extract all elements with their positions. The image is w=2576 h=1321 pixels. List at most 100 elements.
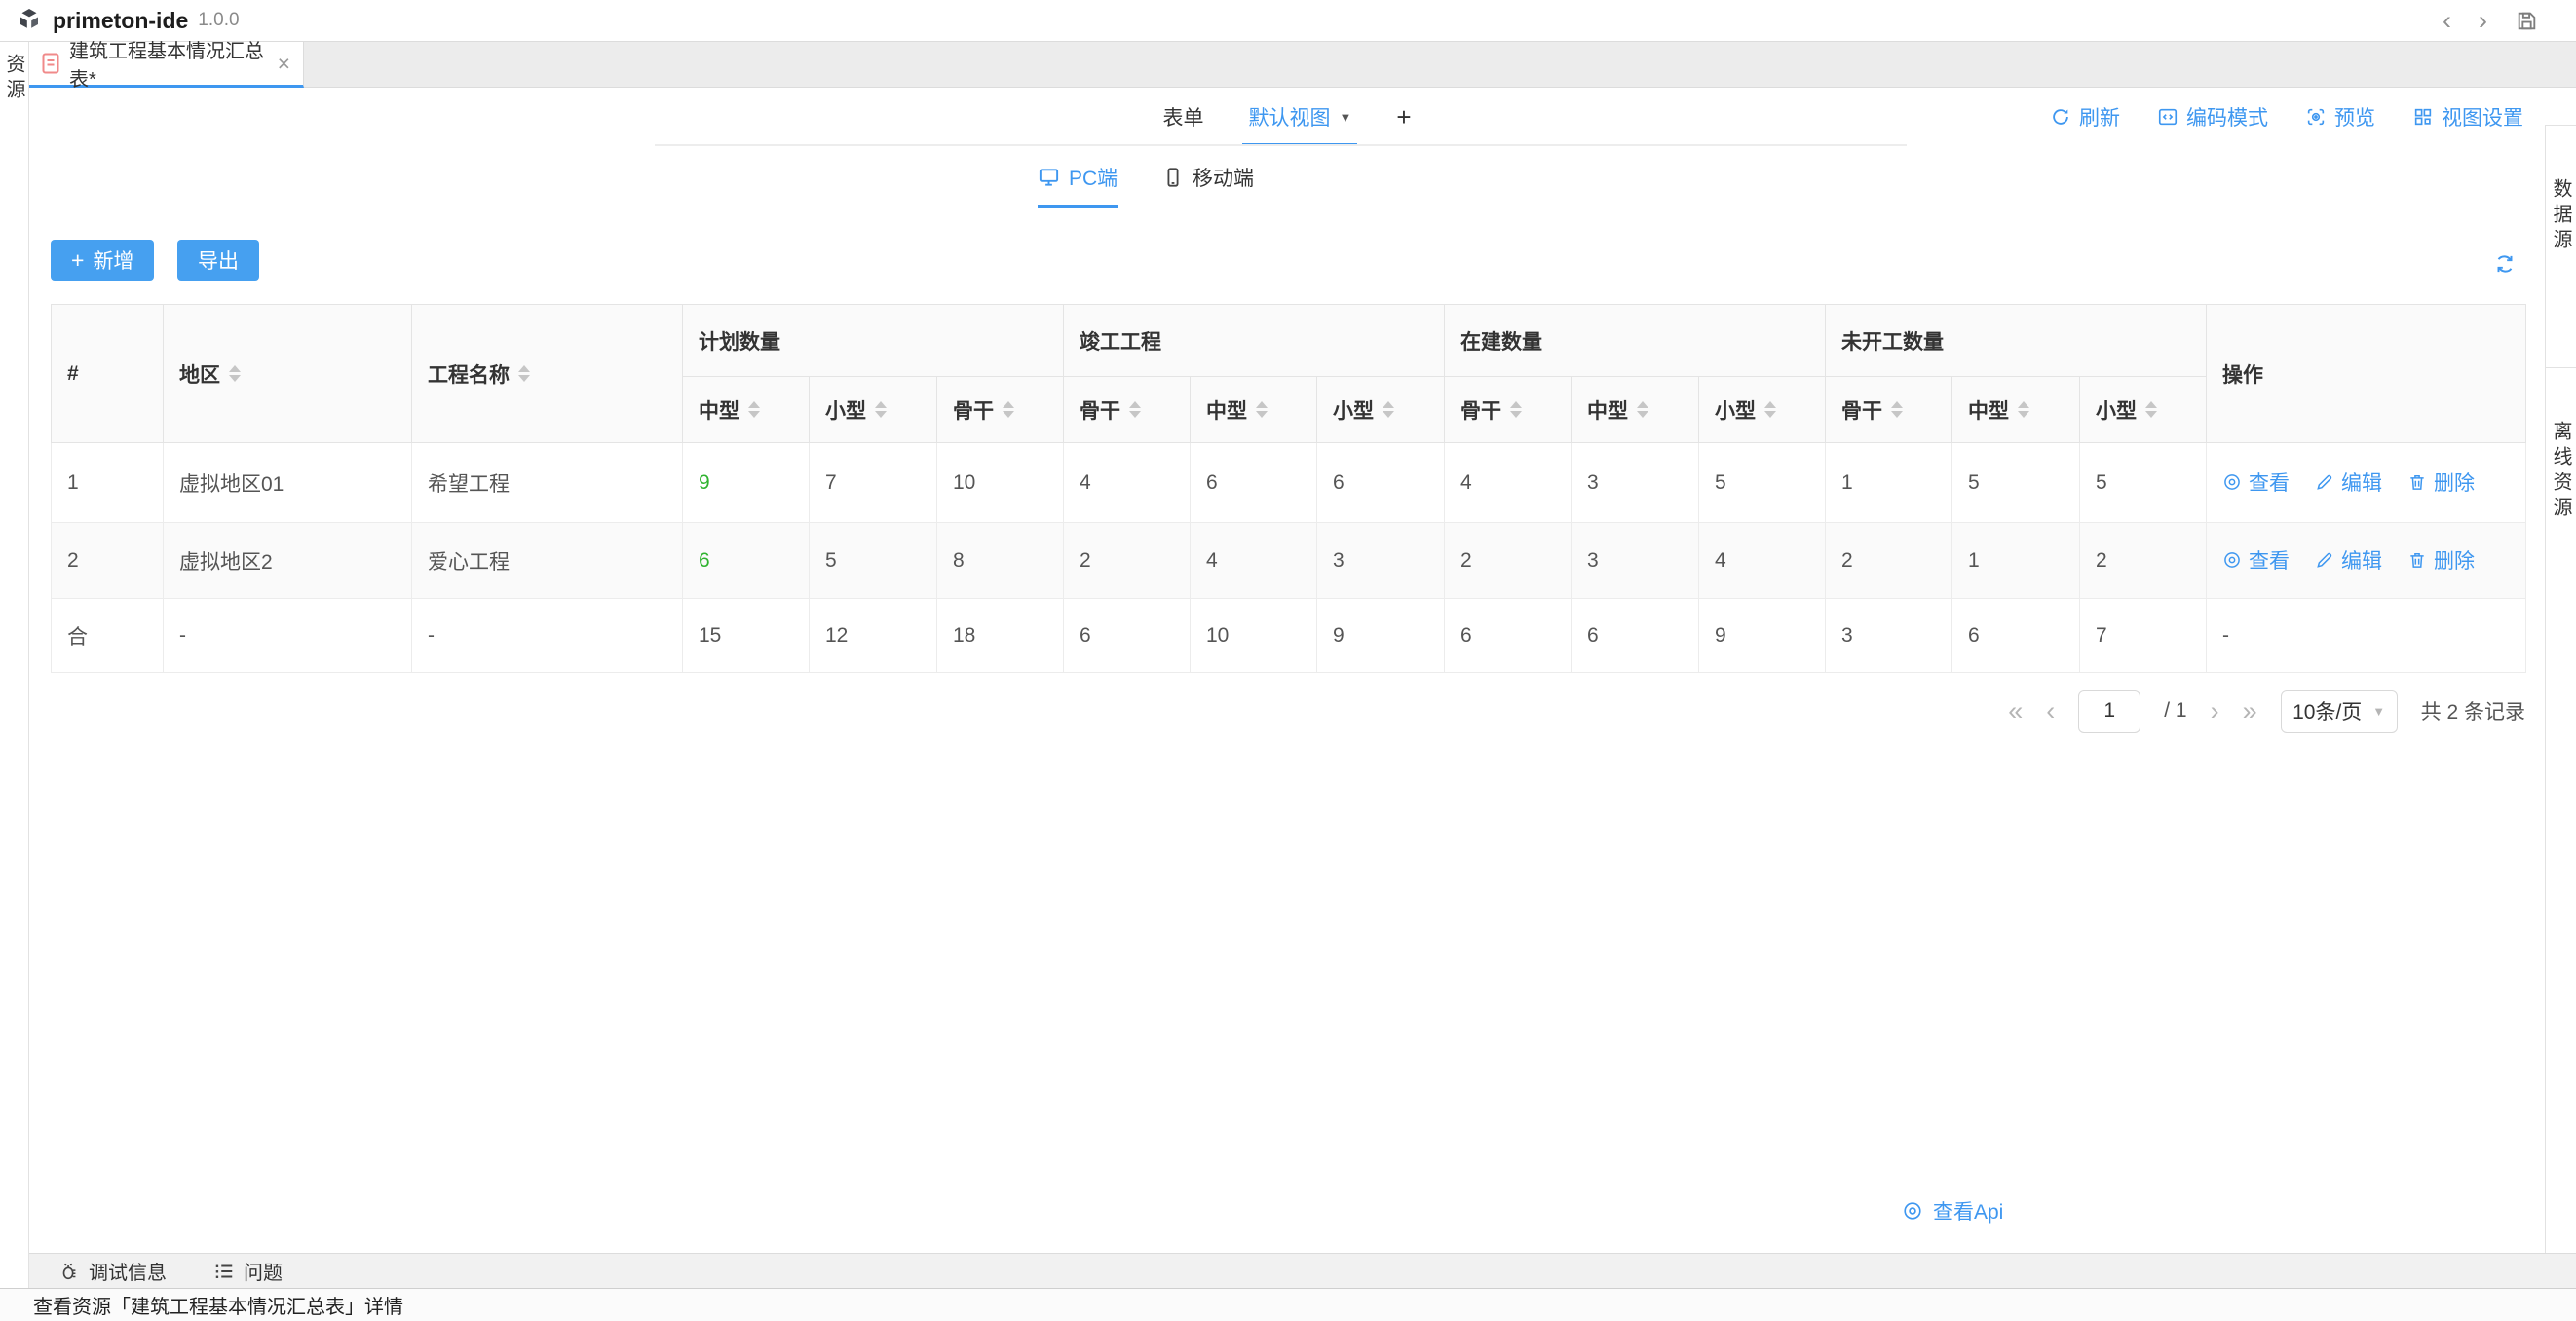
column-header[interactable]: 中型	[1951, 376, 2080, 443]
sort-icon[interactable]	[875, 401, 887, 418]
cell-value: 1	[1951, 522, 2080, 599]
refresh-button[interactable]: 刷新	[2050, 102, 2120, 132]
column-header-actions: 操作	[2206, 304, 2526, 443]
view-toolbar: 刷新 编码模式 预览 视图设置	[2050, 88, 2523, 146]
cell-value: 5	[2079, 442, 2207, 523]
sidebar-item-datasource[interactable]: 数据源	[2547, 178, 2575, 254]
first-page-icon[interactable]: «	[2008, 698, 2023, 725]
column-header[interactable]: 工程名称	[411, 304, 683, 443]
sort-icon[interactable]	[1764, 401, 1776, 418]
edit-icon	[2315, 550, 2334, 570]
sidebar-divider	[2545, 367, 2576, 368]
sort-icon[interactable]	[1383, 401, 1394, 418]
page-input[interactable]: 1	[2078, 690, 2141, 733]
sort-icon[interactable]	[2018, 401, 2029, 418]
column-header[interactable]: 中型	[682, 376, 810, 443]
column-header[interactable]: 小型	[1698, 376, 1826, 443]
tab-pc[interactable]: PC端	[1038, 146, 1118, 208]
column-header: #	[51, 304, 164, 443]
column-header[interactable]: 骨干	[1825, 376, 1952, 443]
nav-forward-icon[interactable]: ›	[2479, 7, 2487, 34]
cell-actions: 查看 编辑 删除	[2206, 522, 2526, 599]
cell-value: 2	[1063, 522, 1191, 599]
cell-value: 6	[1444, 598, 1572, 673]
sort-icon[interactable]	[2145, 401, 2157, 418]
column-header[interactable]: 中型	[1571, 376, 1699, 443]
add-view-tab-button[interactable]: +	[1396, 88, 1411, 146]
status-text: 查看资源「建筑工程基本情况汇总表」详情	[33, 1297, 403, 1318]
problems-button[interactable]: 问题	[213, 1257, 283, 1285]
nav-back-icon[interactable]: ‹	[2443, 7, 2451, 34]
last-page-icon[interactable]: »	[2243, 698, 2257, 725]
sort-icon[interactable]	[518, 365, 530, 382]
delete-icon	[2407, 550, 2427, 570]
record-count: 共 2 条记录	[2420, 701, 2525, 724]
sync-icon[interactable]	[2492, 251, 2518, 277]
tab-form[interactable]: 表单	[1162, 88, 1203, 146]
column-header[interactable]: 骨干	[936, 376, 1064, 443]
grid-layout-icon	[2412, 106, 2434, 128]
column-header[interactable]: 地区	[163, 304, 412, 443]
cell-value: 2	[2079, 522, 2207, 599]
code-mode-button[interactable]: 编码模式	[2157, 102, 2268, 132]
sort-icon[interactable]	[1256, 401, 1268, 418]
column-header[interactable]: 小型	[1316, 376, 1445, 443]
sort-icon[interactable]	[1003, 401, 1014, 418]
monitor-icon	[1038, 166, 1060, 188]
debug-info-button[interactable]: 调试信息	[58, 1257, 167, 1285]
cell-value: 3	[1316, 522, 1445, 599]
main-content: 表单 默认视图 ▼ + 刷新 编码模式 预览 视图设置 PC端 移动端 + 新增…	[29, 88, 2545, 1253]
column-header[interactable]: 骨干	[1444, 376, 1572, 443]
add-button[interactable]: + 新增	[51, 240, 155, 281]
view-api-link[interactable]: 查看Api	[1902, 1196, 2003, 1226]
prev-page-icon[interactable]: ‹	[2046, 698, 2055, 725]
edit-link[interactable]: 编辑	[2315, 546, 2382, 575]
sort-icon[interactable]	[1637, 401, 1648, 418]
column-header[interactable]: 中型	[1190, 376, 1317, 443]
editor-tab-summary-table[interactable]: 建筑工程基本情况汇总表* ×	[29, 41, 304, 91]
chevron-down-icon[interactable]: ▼	[1339, 110, 1351, 125]
sort-icon[interactable]	[1129, 401, 1141, 418]
view-link[interactable]: 查看	[2222, 546, 2290, 575]
left-sidebar: 资源	[0, 42, 29, 1288]
title-bar: primeton-ide 1.0.0 ‹ ›	[0, 0, 2576, 42]
sort-icon[interactable]	[1891, 401, 1903, 418]
table-row: 2 虚拟地区2 爱心工程 6 5 8 2 4 3 2 3 4 2 1 2 查看 编辑 删除	[51, 522, 2526, 599]
cell-value: 6	[1316, 442, 1445, 523]
column-header[interactable]: 小型	[809, 376, 937, 443]
cell-index: 合	[51, 598, 164, 673]
edit-link[interactable]: 编辑	[2315, 468, 2382, 497]
sort-icon[interactable]	[229, 365, 241, 382]
column-header[interactable]: 小型	[2079, 376, 2207, 443]
view-settings-button[interactable]: 视图设置	[2412, 102, 2523, 132]
column-header[interactable]: 骨干	[1063, 376, 1191, 443]
sort-icon[interactable]	[1510, 401, 1522, 418]
cell-value: 5	[809, 522, 937, 599]
tab-mobile[interactable]: 移动端	[1162, 146, 1254, 208]
cell-region: 虚拟地区01	[163, 442, 412, 523]
cell-value: 1	[1825, 442, 1952, 523]
cell-value: 3	[1571, 522, 1699, 599]
save-icon[interactable]	[2515, 9, 2539, 33]
cell-value: 8	[936, 522, 1064, 599]
tab-default-view[interactable]: 默认视图 ▼	[1242, 88, 1358, 146]
cell-region: -	[163, 598, 412, 673]
sidebar-item-offline-resources[interactable]: 离线资源	[2547, 421, 2575, 522]
export-button[interactable]: 导出	[177, 240, 259, 281]
sort-icon[interactable]	[748, 401, 760, 418]
page-size-select[interactable]: 10条/页 ▼	[2280, 690, 2398, 733]
cell-value: 18	[936, 598, 1064, 673]
preview-button[interactable]: 预览	[2305, 102, 2375, 132]
delete-link[interactable]: 删除	[2407, 546, 2475, 575]
preview-icon	[2305, 106, 2327, 128]
next-page-icon[interactable]: ›	[2211, 698, 2219, 725]
view-link[interactable]: 查看	[2222, 468, 2290, 497]
column-group-header: 在建数量	[1444, 304, 1826, 377]
cell-value: 7	[809, 442, 937, 523]
eye-icon	[2222, 550, 2242, 570]
cell-index: 1	[51, 442, 164, 523]
close-icon[interactable]: ×	[278, 52, 290, 75]
sidebar-item-resources[interactable]: 资源	[0, 54, 28, 1288]
cell-region: 虚拟地区2	[163, 522, 412, 599]
delete-link[interactable]: 删除	[2407, 468, 2475, 497]
